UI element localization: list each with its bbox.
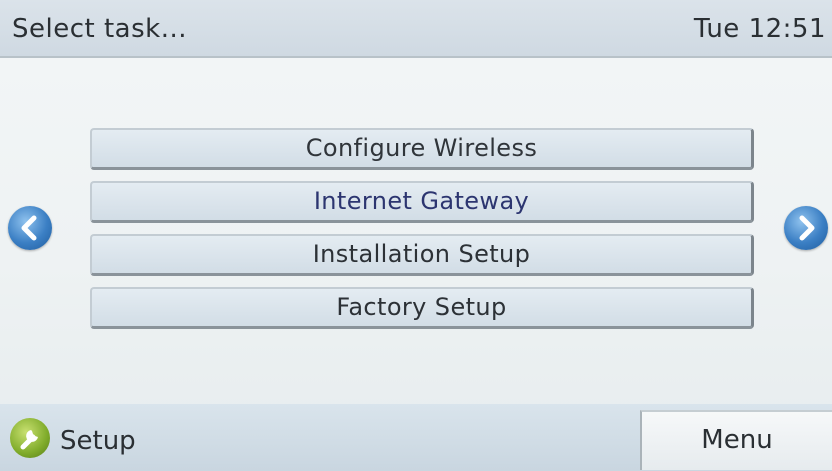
setup-label[interactable]: Setup xyxy=(60,426,136,456)
internet-gateway-button[interactable]: Internet Gateway xyxy=(90,181,754,223)
clock: Tue 12:51 xyxy=(693,14,826,44)
wrench-icon[interactable] xyxy=(10,418,50,458)
chevron-left-icon xyxy=(21,215,37,241)
header-bar: Select task... Tue 12:51 xyxy=(0,0,832,58)
page-title: Select task... xyxy=(12,14,187,44)
configure-wireless-button[interactable]: Configure Wireless xyxy=(90,128,754,170)
task-list: Configure Wireless Internet Gateway Inst… xyxy=(90,128,754,340)
previous-page-button[interactable] xyxy=(8,206,52,250)
factory-setup-button[interactable]: Factory Setup xyxy=(90,287,754,329)
menu-button[interactable]: Menu xyxy=(640,410,832,470)
footer-bar: Setup Menu xyxy=(0,404,832,471)
thermostat-screen: Select task... Tue 12:51 Configure Wirel… xyxy=(0,0,832,471)
installation-setup-button[interactable]: Installation Setup xyxy=(90,234,754,276)
chevron-right-icon xyxy=(799,215,815,241)
next-page-button[interactable] xyxy=(784,206,828,250)
